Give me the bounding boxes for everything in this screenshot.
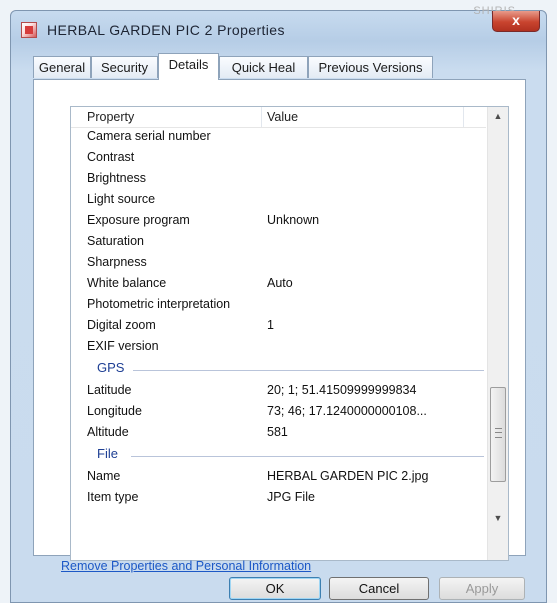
list-item[interactable]: Longitude 73; 46; 17.1240000000108... bbox=[71, 402, 486, 423]
property-name: Exposure program bbox=[87, 213, 190, 227]
window-title: HERBAL GARDEN PIC 2 Properties bbox=[47, 22, 285, 38]
group-header-file: File bbox=[71, 445, 486, 466]
property-name: Longitude bbox=[87, 404, 142, 418]
details-panel: Property Value Camera serial number Cont… bbox=[33, 79, 526, 561]
column-divider[interactable] bbox=[463, 107, 464, 127]
list-item[interactable]: Sharpness bbox=[71, 253, 486, 274]
column-header-value[interactable]: Value bbox=[267, 110, 298, 124]
property-name: Contrast bbox=[87, 150, 135, 164]
close-icon: x bbox=[512, 12, 520, 28]
property-name: Sharpness bbox=[87, 255, 147, 269]
group-header-gps: GPS bbox=[71, 359, 486, 380]
property-name: Camera serial number bbox=[87, 129, 211, 143]
list-item[interactable]: Name HERBAL GARDEN PIC 2.jpg bbox=[71, 467, 486, 488]
property-value: 73; 46; 17.1240000000108... bbox=[267, 404, 427, 418]
scrollbar-thumb[interactable] bbox=[490, 387, 506, 482]
grip-icon bbox=[495, 428, 502, 438]
property-value: 1 bbox=[267, 318, 274, 332]
cancel-button[interactable]: Cancel bbox=[329, 577, 429, 600]
title-bar[interactable]: HERBAL GARDEN PIC 2 Properties x bbox=[11, 11, 546, 51]
tab-previous-versions[interactable]: Previous Versions bbox=[308, 56, 433, 78]
property-value: 581 bbox=[267, 425, 288, 439]
property-name: Brightness bbox=[87, 171, 147, 185]
list-item[interactable]: Digital zoom 1 bbox=[71, 316, 486, 337]
remove-properties-link[interactable]: Remove Properties and Personal Informati… bbox=[61, 559, 311, 573]
tab-quick-heal[interactable]: Quick Heal bbox=[219, 56, 308, 78]
list-item[interactable]: Saturation bbox=[71, 232, 486, 253]
image-file-icon bbox=[21, 22, 37, 38]
tab-details[interactable]: Details bbox=[158, 53, 219, 80]
property-name: Altitude bbox=[87, 425, 129, 439]
properties-window: SHIRIS HERBAL GARDEN PIC 2 Properties x … bbox=[10, 5, 547, 603]
list-item[interactable]: Contrast bbox=[71, 148, 486, 169]
list-item[interactable]: Photometric interpretation bbox=[71, 295, 486, 316]
property-name: Saturation bbox=[87, 234, 144, 248]
list-item[interactable]: EXIF version bbox=[71, 337, 486, 358]
list-item[interactable]: Latitude 20; 1; 51.41509999999834 bbox=[71, 381, 486, 402]
property-value: Unknown bbox=[267, 213, 320, 227]
property-value: 20; 1; 51.41509999999834 bbox=[267, 383, 417, 397]
property-name: White balance bbox=[87, 276, 167, 290]
group-title: GPS bbox=[97, 360, 125, 375]
list-header: Property Value bbox=[71, 107, 486, 128]
column-header-property[interactable]: Property bbox=[87, 110, 134, 124]
property-value: HERBAL GARDEN PIC 2.jpg bbox=[267, 469, 429, 483]
property-name: Digital zoom bbox=[87, 318, 156, 332]
property-name: Light source bbox=[87, 192, 156, 206]
list-item[interactable]: White balance Auto bbox=[71, 274, 486, 295]
list-item[interactable]: Camera serial number bbox=[71, 127, 486, 148]
property-name: Name bbox=[87, 469, 121, 483]
property-value: Auto bbox=[267, 276, 293, 290]
ok-button[interactable]: OK bbox=[229, 577, 321, 600]
tab-security[interactable]: Security bbox=[91, 56, 158, 78]
property-value: JPG File bbox=[267, 490, 315, 504]
scroll-down-icon[interactable]: ▼ bbox=[488, 509, 508, 527]
property-name: EXIF version bbox=[87, 339, 159, 353]
vertical-scrollbar[interactable]: ▲ ▼ bbox=[487, 107, 508, 560]
group-divider bbox=[133, 370, 484, 371]
list-item[interactable]: Brightness bbox=[71, 169, 486, 190]
list-item[interactable]: Altitude 581 bbox=[71, 423, 486, 444]
apply-button[interactable]: Apply bbox=[439, 577, 525, 600]
tab-general[interactable]: General bbox=[33, 56, 91, 78]
column-divider[interactable] bbox=[261, 107, 262, 127]
property-name: Latitude bbox=[87, 383, 132, 397]
property-name: Item type bbox=[87, 490, 139, 504]
property-list[interactable]: Property Value Camera serial number Cont… bbox=[70, 106, 509, 561]
list-item[interactable]: Item type JPG File bbox=[71, 488, 486, 509]
list-item[interactable]: Light source bbox=[71, 190, 486, 211]
scroll-up-icon[interactable]: ▲ bbox=[488, 107, 508, 125]
list-item[interactable]: Exposure program Unknown bbox=[71, 211, 486, 232]
group-divider bbox=[131, 456, 484, 457]
group-title: File bbox=[97, 446, 118, 461]
property-name: Photometric interpretation bbox=[87, 297, 231, 311]
close-button[interactable]: x bbox=[492, 11, 540, 32]
